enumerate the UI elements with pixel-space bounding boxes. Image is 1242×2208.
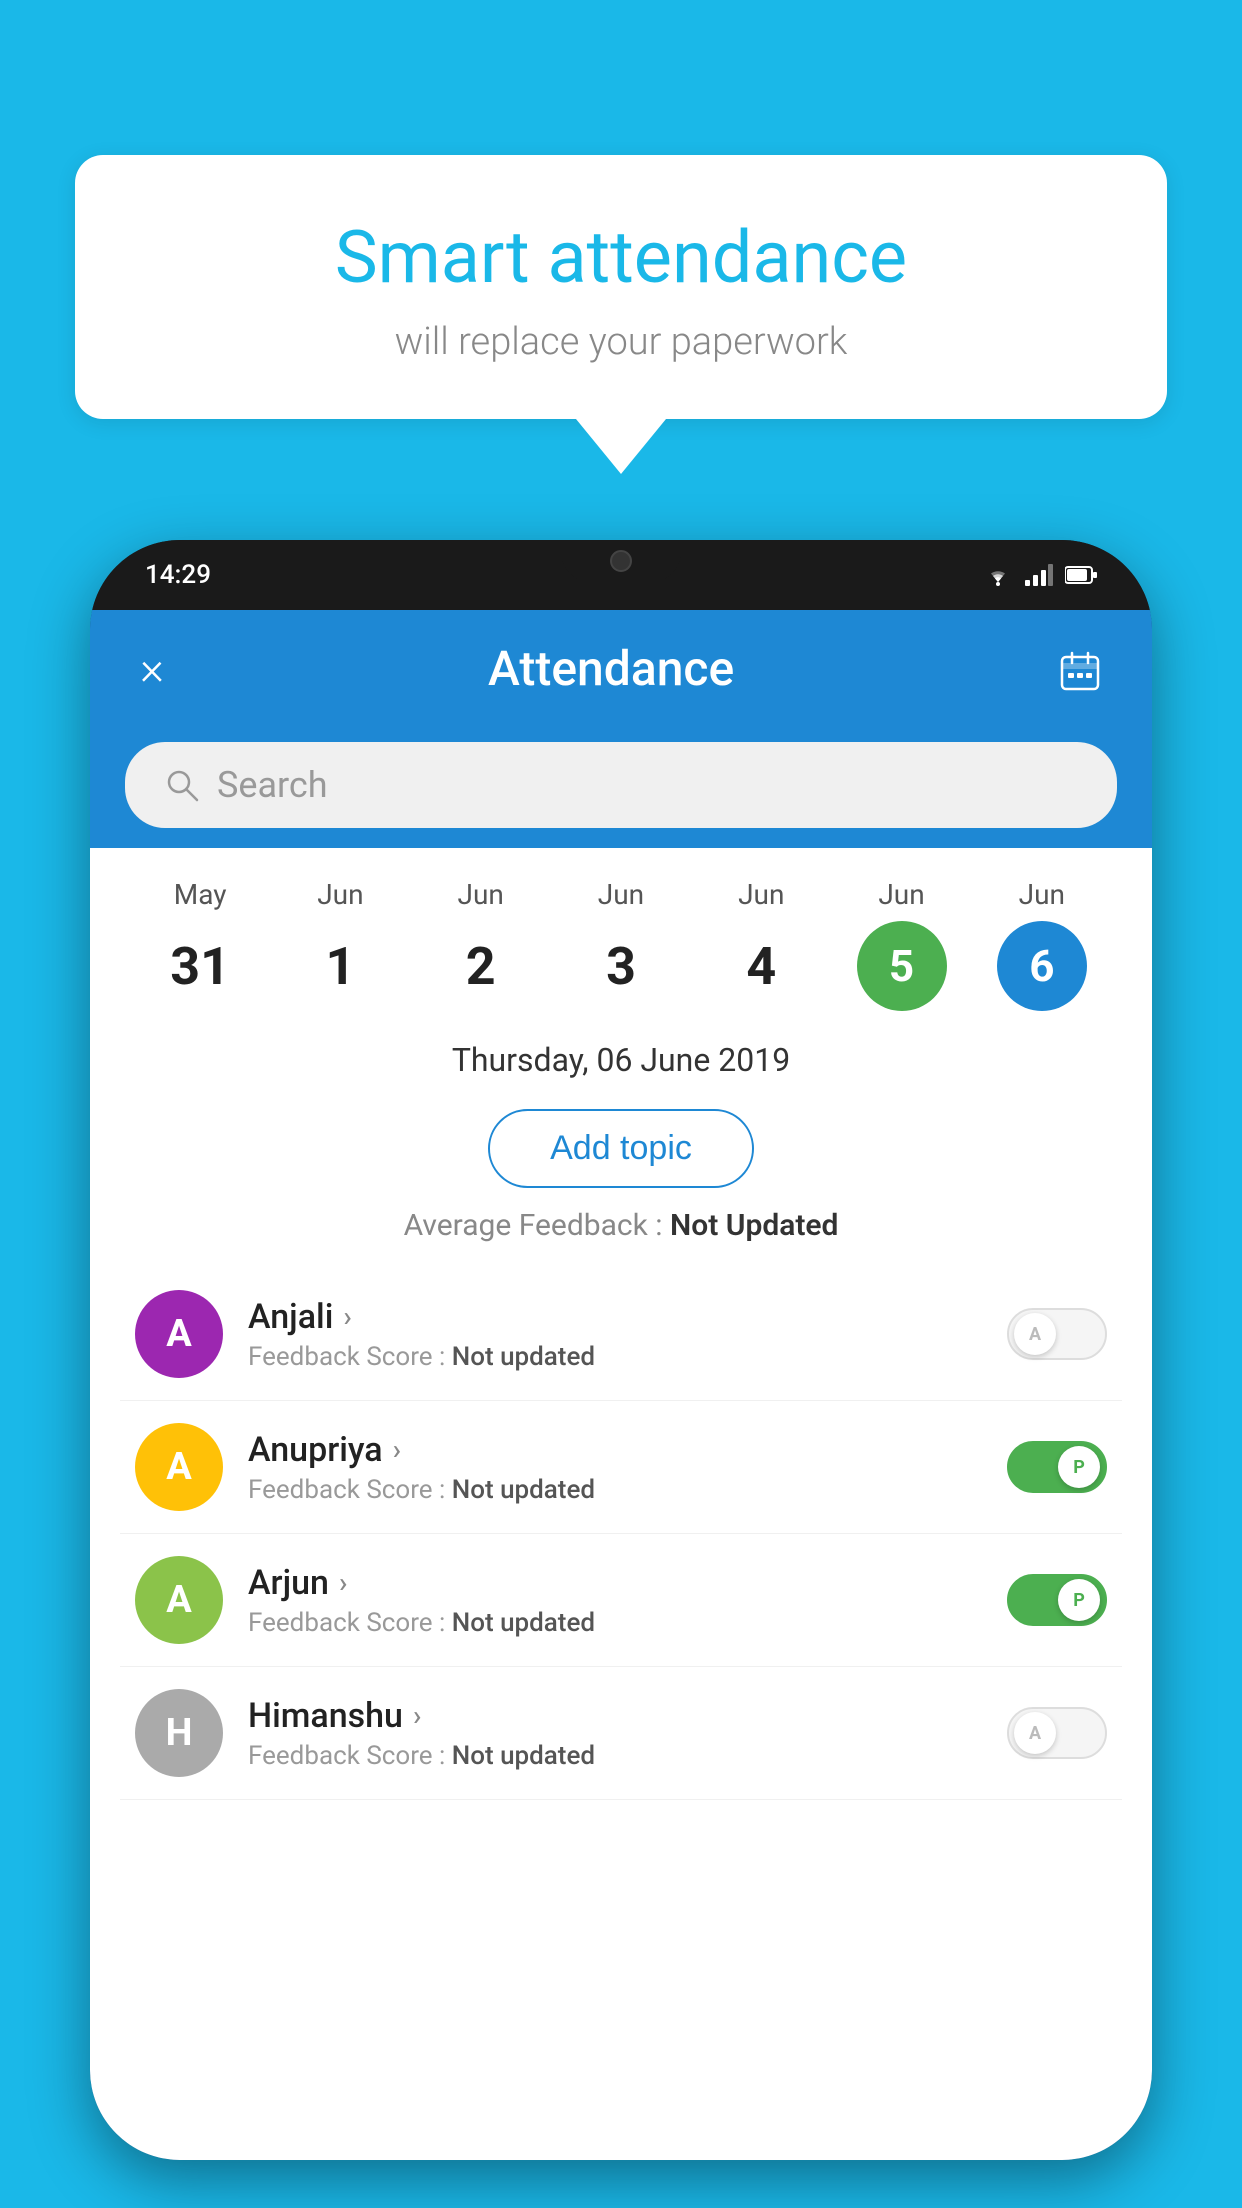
status-bar: 14:29: [90, 540, 1152, 610]
cal-date-label: 2: [436, 921, 526, 1011]
signal-icon: [1025, 564, 1053, 586]
calendar-day[interactable]: Jun 3: [566, 878, 676, 1011]
speech-bubble-subtitle: will replace your paperwork: [125, 320, 1117, 364]
cal-date-label: 4: [716, 921, 806, 1011]
toggle-switch[interactable]: A: [1007, 1308, 1107, 1360]
student-feedback: Feedback Score : Not updated: [248, 1608, 982, 1638]
student-info: Anjali › Feedback Score : Not updated: [248, 1297, 982, 1372]
chevron-right-icon: ›: [393, 1433, 401, 1466]
student-name: Anupriya ›: [248, 1430, 982, 1470]
phone-camera: [610, 550, 632, 572]
student-feedback: Feedback Score : Not updated: [248, 1475, 982, 1505]
attendance-toggle[interactable]: A: [1007, 1707, 1107, 1759]
search-bar[interactable]: Search: [125, 742, 1117, 828]
toggle-switch[interactable]: A: [1007, 1707, 1107, 1759]
cal-month-label: May: [174, 878, 227, 911]
avg-feedback: Average Feedback : Not Updated: [90, 1208, 1152, 1268]
calendar-day[interactable]: Jun 1: [285, 878, 395, 1011]
cal-date-label: 5: [857, 921, 947, 1011]
student-avatar: A: [135, 1290, 223, 1378]
student-item[interactable]: A Anupriya › Feedback Score : Not updated P: [120, 1401, 1122, 1534]
app-header: × Attendance: [90, 610, 1152, 727]
cal-month-label: Jun: [598, 878, 644, 911]
toggle-switch[interactable]: P: [1007, 1441, 1107, 1493]
toggle-switch[interactable]: P: [1007, 1574, 1107, 1626]
add-topic-button[interactable]: Add topic: [488, 1109, 754, 1188]
chevron-right-icon: ›: [339, 1566, 347, 1599]
attendance-toggle[interactable]: A: [1007, 1308, 1107, 1360]
calendar-day[interactable]: Jun 2: [426, 878, 536, 1011]
student-list: AAnjali ›Feedback Score : Not updatedAAA…: [90, 1268, 1152, 1800]
toggle-knob: P: [1058, 1446, 1100, 1488]
phone-notch: [561, 540, 681, 582]
search-bar-container: Search: [90, 727, 1152, 848]
student-avatar: A: [135, 1423, 223, 1511]
cal-date-label: 6: [997, 921, 1087, 1011]
toggle-knob: P: [1058, 1579, 1100, 1621]
cal-month-label: Jun: [1019, 878, 1065, 911]
wifi-icon: [983, 564, 1013, 586]
student-feedback: Feedback Score : Not updated: [248, 1342, 982, 1372]
cal-date-label: 31: [155, 921, 245, 1011]
speech-bubble: Smart attendance will replace your paper…: [75, 155, 1167, 419]
speech-bubble-title: Smart attendance: [125, 215, 1117, 300]
student-item[interactable]: H Himanshu › Feedback Score : Not updated A: [120, 1667, 1122, 1800]
calendar-day[interactable]: Jun 5: [847, 878, 957, 1011]
chevron-right-icon: ›: [343, 1300, 351, 1333]
student-feedback: Feedback Score : Not updated: [248, 1741, 982, 1771]
add-topic-container: Add topic: [90, 1099, 1152, 1208]
calendar-day[interactable]: May 31: [145, 878, 255, 1011]
student-info: Arjun › Feedback Score : Not updated: [248, 1563, 982, 1638]
app-screen: × Attendance S: [90, 610, 1152, 2160]
student-item[interactable]: A Anjali › Feedback Score : Not updated A: [120, 1268, 1122, 1401]
student-name: Himanshu ›: [248, 1696, 982, 1736]
student-item[interactable]: A Arjun › Feedback Score : Not updated P: [120, 1534, 1122, 1667]
student-avatar: A: [135, 1556, 223, 1644]
speech-bubble-container: Smart attendance will replace your paper…: [75, 155, 1167, 474]
content-area: May 31 Jun 1 Jun 2 Jun 3 Jun 4 Jun 5 Jun 6 Thursday, …: [90, 848, 1152, 2160]
calendar-strip: May 31 Jun 1 Jun 2 Jun 3 Jun 4 Jun 5 Jun 6: [90, 848, 1152, 1031]
cal-month-label: Jun: [317, 878, 363, 911]
attendance-toggle[interactable]: P: [1007, 1441, 1107, 1493]
cal-month-label: Jun: [458, 878, 504, 911]
selected-date-label: Thursday, 06 June 2019: [90, 1031, 1152, 1099]
phone-frame: 14:29: [90, 540, 1152, 2160]
student-avatar: H: [135, 1689, 223, 1777]
search-placeholder: Search: [217, 764, 328, 806]
chevron-right-icon: ›: [413, 1699, 421, 1732]
toggle-knob: A: [1014, 1712, 1056, 1754]
status-icons: [983, 564, 1097, 586]
attendance-toggle[interactable]: P: [1007, 1574, 1107, 1626]
student-info: Anupriya › Feedback Score : Not updated: [248, 1430, 982, 1505]
calendar-day[interactable]: Jun 6: [987, 878, 1097, 1011]
speech-bubble-arrow: [576, 419, 666, 474]
calendar-button[interactable]: [1058, 644, 1102, 692]
student-name: Anjali ›: [248, 1297, 982, 1337]
toggle-knob: A: [1014, 1313, 1056, 1355]
cal-date-label: 1: [295, 921, 385, 1011]
cal-date-label: 3: [576, 921, 666, 1011]
calendar-day[interactable]: Jun 4: [706, 878, 816, 1011]
student-info: Himanshu › Feedback Score : Not updated: [248, 1696, 982, 1771]
search-icon: [165, 768, 199, 802]
status-time: 14:29: [145, 560, 211, 590]
app-title: Attendance: [488, 640, 734, 697]
battery-icon: [1065, 565, 1097, 585]
cal-month-label: Jun: [738, 878, 784, 911]
cal-month-label: Jun: [878, 878, 924, 911]
student-name: Arjun ›: [248, 1563, 982, 1603]
close-button[interactable]: ×: [140, 642, 164, 696]
